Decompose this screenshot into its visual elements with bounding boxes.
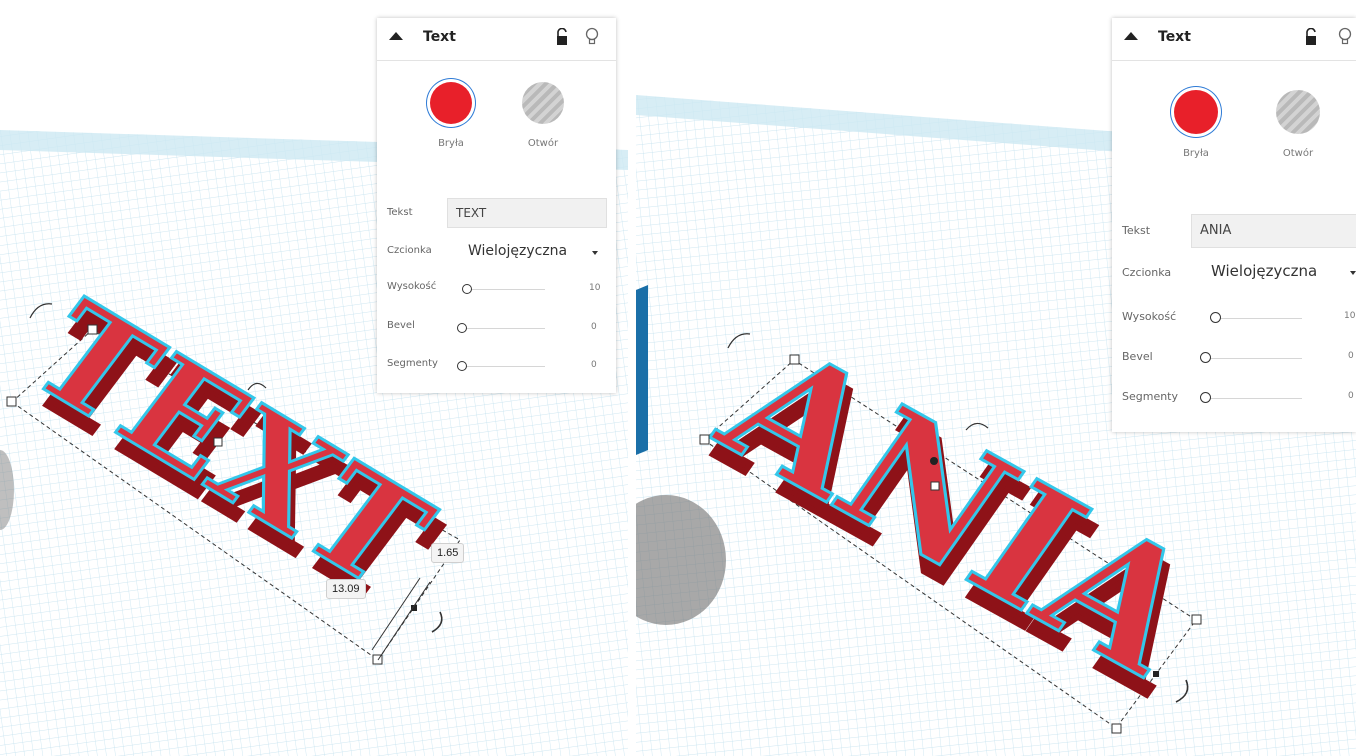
- font-select-value: Wielojęzyczna: [468, 243, 568, 259]
- segments-prop-label: Segmenty: [1122, 390, 1179, 403]
- bevel-slider-track[interactable]: [1208, 358, 1302, 359]
- font-select[interactable]: Wielojęzyczna: [1208, 258, 1356, 286]
- solid-color-swatch[interactable]: [430, 82, 472, 124]
- shape-inspector-panel: Text Bryła Otwór Tekst TEXT Czcionka Wie…: [377, 18, 616, 393]
- bevel-slider-track[interactable]: [463, 328, 545, 329]
- text-input[interactable]: ANIA: [1191, 214, 1356, 248]
- height-prop-label: Wysokość: [387, 281, 437, 292]
- resize-handle[interactable]: [1111, 723, 1122, 734]
- text-prop-label: Tekst: [387, 207, 413, 218]
- editor-view-right: ANIA ANIA Text Bryła Otwór Tekst ANIA Cz…: [636, 0, 1356, 756]
- segments-slider-knob[interactable]: [457, 361, 467, 371]
- text-input[interactable]: TEXT: [447, 198, 607, 228]
- resize-handle[interactable]: [1191, 614, 1202, 625]
- height-slider-track[interactable]: [1218, 318, 1302, 319]
- image-divider: [628, 0, 636, 756]
- resize-handle[interactable]: [699, 434, 710, 445]
- panel-title: Text: [423, 29, 456, 45]
- font-select[interactable]: Wielojęzyczna: [465, 239, 605, 265]
- panel-header: Text: [1112, 18, 1356, 61]
- solid-color-swatch[interactable]: [1174, 90, 1218, 134]
- bevel-prop-label: Bevel: [387, 320, 415, 331]
- height-slider-knob[interactable]: [1210, 312, 1221, 323]
- lightbulb-icon[interactable]: [1338, 27, 1352, 47]
- hole-swatch[interactable]: [522, 82, 564, 124]
- segments-slider-track[interactable]: [1208, 398, 1302, 399]
- collapse-arrow-icon[interactable]: [389, 32, 403, 40]
- hole-swatch[interactable]: [1276, 90, 1320, 134]
- segments-value: 0: [1348, 391, 1354, 401]
- text-prop-label: Tekst: [1122, 224, 1151, 237]
- shape-inspector-panel: Text Bryła Otwór Tekst ANIA Czcionka Wie…: [1112, 18, 1356, 432]
- unlock-icon[interactable]: [1304, 28, 1318, 46]
- neighbor-object: [636, 285, 648, 455]
- chevron-down-icon: [592, 251, 598, 255]
- height-value: 10: [1344, 311, 1356, 321]
- font-prop-label: Czcionka: [387, 245, 432, 256]
- segments-slider-track[interactable]: [463, 366, 545, 367]
- segments-prop-label: Segmenty: [387, 358, 438, 369]
- solid-label: Bryła: [438, 138, 464, 149]
- bevel-slider-knob[interactable]: [1200, 352, 1211, 363]
- bevel-value: 0: [1348, 351, 1354, 361]
- collapse-arrow-icon[interactable]: [1124, 32, 1138, 40]
- hole-label: Otwór: [1282, 148, 1314, 159]
- bevel-slider-knob[interactable]: [457, 323, 467, 333]
- solid-label: Bryła: [1183, 148, 1209, 159]
- unlock-icon[interactable]: [555, 28, 569, 46]
- panel-header: Text: [377, 18, 616, 61]
- resize-handle[interactable]: [213, 437, 223, 447]
- editor-view-left: TEXT TEXT 13.09 1.65 Text Bryła Otwór Te…: [0, 0, 628, 756]
- height-slider-track[interactable]: [467, 289, 545, 290]
- height-slider-knob[interactable]: [462, 284, 472, 294]
- resize-handle-small[interactable]: [1153, 671, 1159, 677]
- dimension-depth-label[interactable]: 1.65: [431, 543, 465, 563]
- resize-handle[interactable]: [6, 396, 17, 407]
- hole-label: Otwór: [527, 138, 559, 149]
- bevel-value: 0: [591, 322, 597, 332]
- chevron-down-icon: [1350, 271, 1356, 275]
- resize-handle[interactable]: [930, 481, 940, 491]
- height-prop-label: Wysokość: [1122, 310, 1177, 323]
- height-value: 10: [589, 283, 601, 293]
- panel-title: Text: [1158, 29, 1191, 45]
- font-prop-label: Czcionka: [1122, 266, 1172, 279]
- resize-handle[interactable]: [789, 354, 800, 365]
- bevel-prop-label: Bevel: [1122, 350, 1153, 363]
- height-handle[interactable]: [930, 457, 938, 465]
- dimension-width-label[interactable]: 13.09: [326, 579, 366, 599]
- font-select-value: Wielojęzyczna: [1211, 262, 1318, 280]
- segments-slider-knob[interactable]: [1200, 392, 1211, 403]
- segments-value: 0: [591, 360, 597, 370]
- lightbulb-icon[interactable]: [585, 27, 599, 47]
- resize-handle[interactable]: [87, 324, 98, 335]
